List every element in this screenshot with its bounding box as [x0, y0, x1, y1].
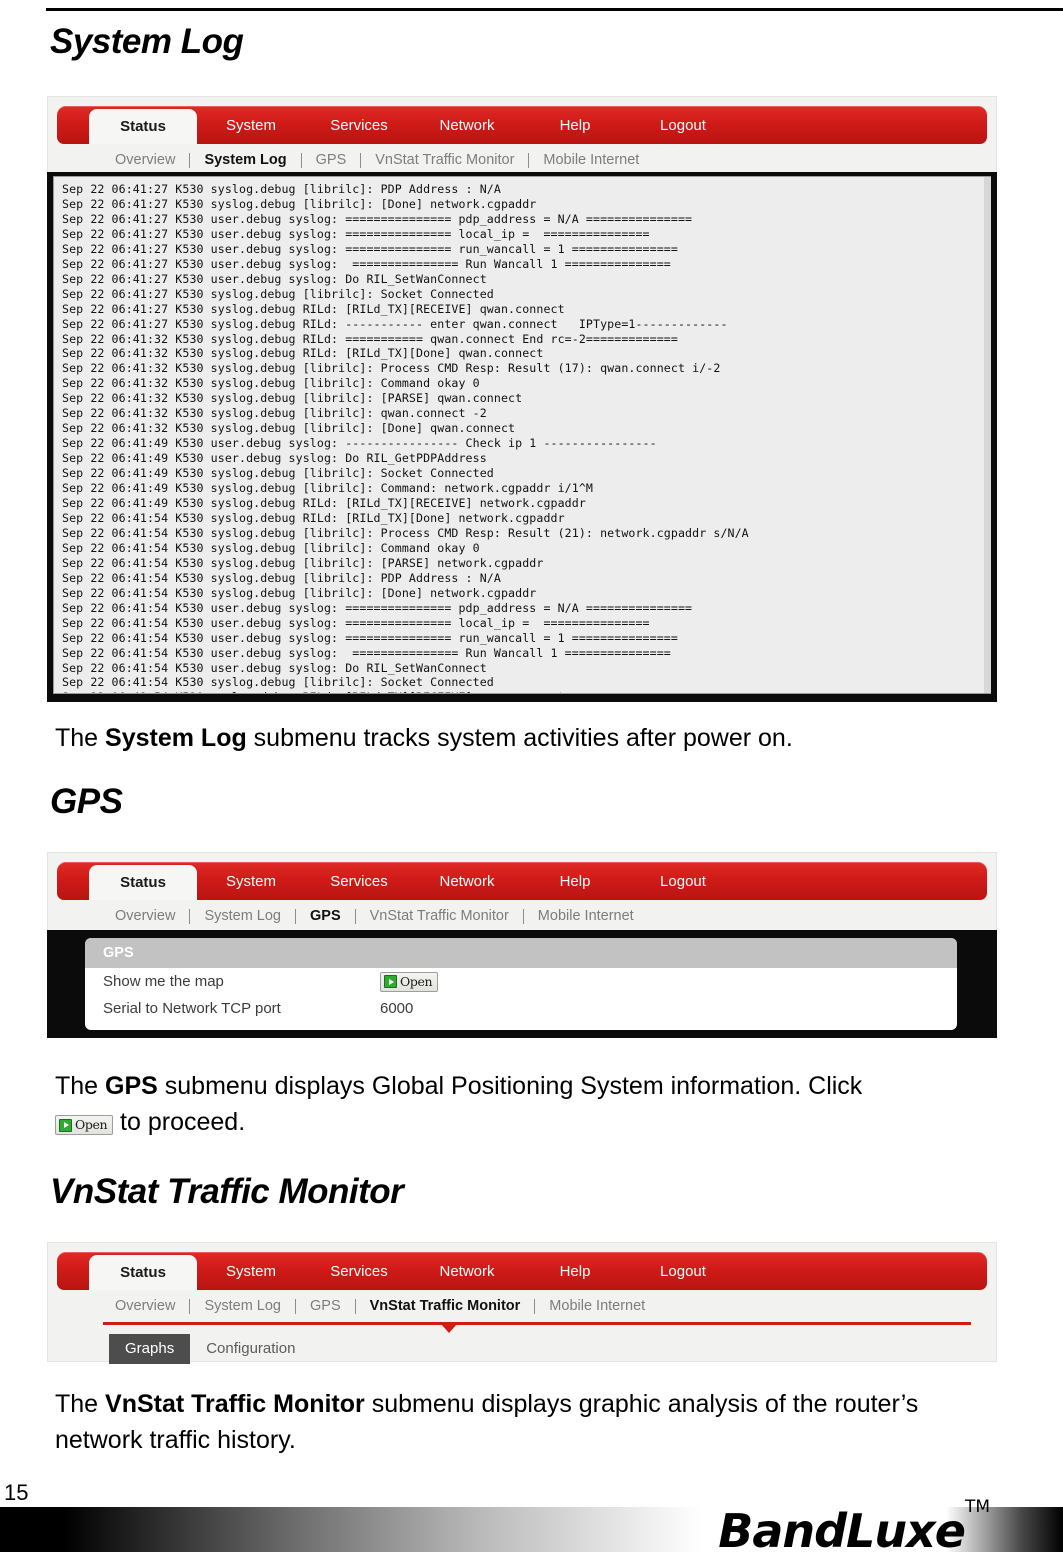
submenu-item-system-log[interactable]: System Log	[202, 908, 283, 924]
submenu-item-gps[interactable]: GPS	[308, 908, 343, 924]
submenu-separator	[528, 152, 530, 168]
nav-tab-help[interactable]: Help	[521, 862, 629, 900]
nav-tab-services[interactable]: Services	[305, 106, 413, 144]
main-navbar-gps: Status System Services Network Help Logo…	[57, 862, 987, 900]
submenu-item-mobile-internet[interactable]: Mobile Internet	[547, 1298, 647, 1314]
vnstat-red-underline	[103, 1322, 971, 1325]
submenu-item-gps[interactable]: GPS	[314, 152, 349, 168]
nav-tab-help[interactable]: Help	[521, 1252, 629, 1290]
nav-tab-system[interactable]: System	[197, 1252, 305, 1290]
submenu-separator	[300, 152, 302, 168]
gps-label-tcp-port: Serial to Network TCP port	[103, 1000, 281, 1017]
open-map-button[interactable]: Open	[380, 971, 439, 992]
submenu-item-system-log[interactable]: System Log	[202, 1298, 283, 1314]
submenu-item-vnstat-traffic-monitor[interactable]: VnStat Traffic Monitor	[368, 908, 511, 924]
router-screenshot-vnstat: Status System Services Network Help Logo…	[47, 1242, 997, 1364]
caption-vnstat: The VnStat Traffic Monitor submenu displ…	[55, 1386, 985, 1458]
caption-prefix: The	[55, 724, 106, 752]
submenu-item-mobile-internet[interactable]: Mobile Internet	[536, 908, 636, 924]
nav-tab-services[interactable]: Services	[305, 862, 413, 900]
submenu-item-overview[interactable]: Overview	[113, 152, 177, 168]
nav-tab-help[interactable]: Help	[521, 106, 629, 144]
submenu-bar-gps: Overview System Log GPS VnStat Traffic M…	[57, 900, 987, 932]
submenu-item-mobile-internet[interactable]: Mobile Internet	[541, 152, 641, 168]
router-screenshot-gps: Status System Services Network Help Logo…	[47, 852, 997, 932]
caption-prefix: The	[55, 1072, 106, 1100]
nav-tab-logout[interactable]: Logout	[629, 106, 737, 144]
submenu-separator	[189, 908, 191, 924]
caption-system-log: The System Log submenu tracks system act…	[55, 720, 1005, 756]
gps-row-show-map: Show me the map Open	[85, 968, 957, 995]
caption-bold-term: VnStat Traffic Monitor	[105, 1390, 365, 1418]
system-log-scrollbar[interactable]	[984, 177, 991, 693]
submenu-item-overview[interactable]: Overview	[113, 908, 177, 924]
submenu-separator	[522, 908, 524, 924]
caption-gps: The GPS submenu displays Global Position…	[55, 1068, 1015, 1140]
page-title-gps: GPS	[50, 782, 123, 821]
vnstat-active-indicator	[57, 1322, 987, 1333]
submenu-item-vnstat-traffic-monitor[interactable]: VnStat Traffic Monitor	[373, 152, 516, 168]
submenu-separator	[354, 908, 356, 924]
router-screenshot-system-log: Status System Services Network Help Logo…	[47, 96, 997, 176]
play-open-icon	[384, 975, 397, 988]
gps-row-tcp-port: Serial to Network TCP port 6000	[85, 995, 957, 1022]
play-open-icon	[59, 1118, 72, 1132]
nav-tab-system[interactable]: System	[197, 106, 305, 144]
nav-tab-status[interactable]: Status	[89, 109, 197, 144]
nav-tab-system[interactable]: System	[197, 862, 305, 900]
nav-tab-network[interactable]: Network	[413, 106, 521, 144]
caption-bold-term: GPS	[105, 1072, 158, 1100]
caption-suffix: submenu tracks system activities after p…	[246, 724, 793, 752]
tab-graphs[interactable]: Graphs	[109, 1334, 191, 1364]
submenu-separator	[189, 152, 191, 168]
caption-prefix: The	[55, 1390, 106, 1418]
caption-bold-term: System Log	[105, 724, 247, 752]
page-number: 15	[4, 1480, 29, 1505]
submenu-item-system-log[interactable]: System Log	[202, 152, 288, 168]
nav-tab-logout[interactable]: Logout	[629, 1252, 737, 1290]
submenu-separator	[360, 152, 362, 168]
system-log-textarea[interactable]: Sep 22 06:41:27 K530 syslog.debug [libri…	[53, 176, 991, 694]
submenu-separator	[354, 1298, 356, 1314]
open-button-inline-label: Open	[75, 1117, 108, 1133]
page-top-rule	[46, 8, 1063, 11]
open-button-inline-illustration: Open	[55, 1115, 114, 1136]
page-title-system-log: System Log	[50, 22, 244, 61]
submenu-separator	[189, 1298, 191, 1314]
nav-tab-status[interactable]: Status	[89, 865, 197, 900]
manual-page: System Log Status System Services Networ…	[0, 0, 1063, 1558]
nav-tab-services[interactable]: Services	[305, 1252, 413, 1290]
nav-tab-logout[interactable]: Logout	[629, 862, 737, 900]
main-navbar-vnstat: Status System Services Network Help Logo…	[57, 1252, 987, 1290]
system-log-content: Sep 22 06:41:27 K530 syslog.debug [libri…	[62, 182, 749, 693]
page-title-vnstat: VnStat Traffic Monitor	[50, 1172, 404, 1211]
system-log-console: Sep 22 06:41:27 K530 syslog.debug [libri…	[47, 172, 997, 702]
open-map-button-label: Open	[400, 974, 433, 989]
trademark-symbol: TM	[964, 1497, 990, 1517]
submenu-separator	[295, 1298, 297, 1314]
gps-label-show-map: Show me the map	[103, 973, 224, 990]
gps-card-title: GPS	[85, 938, 957, 968]
tab-configuration[interactable]: Configuration	[190, 1334, 311, 1364]
gps-card: GPS Show me the map Open Serial to Netwo…	[85, 938, 957, 1030]
vnstat-tabrow: Graphs Configuration	[57, 1330, 987, 1364]
caption-tail: to proceed.	[113, 1108, 246, 1136]
submenu-separator	[295, 908, 297, 924]
submenu-bar-vnstat: Overview System Log GPS VnStat Traffic M…	[57, 1290, 987, 1322]
bandluxe-logo: BandLuxe	[718, 1504, 966, 1558]
submenu-separator	[534, 1298, 536, 1314]
nav-tab-network[interactable]: Network	[413, 862, 521, 900]
caption-suffix: submenu displays Global Positioning Syst…	[157, 1072, 863, 1100]
submenu-item-vnstat-traffic-monitor[interactable]: VnStat Traffic Monitor	[368, 1298, 523, 1314]
main-navbar-system-log: Status System Services Network Help Logo…	[57, 106, 987, 144]
nav-tab-status[interactable]: Status	[89, 1255, 197, 1290]
nav-tab-network[interactable]: Network	[413, 1252, 521, 1290]
submenu-item-overview[interactable]: Overview	[113, 1298, 177, 1314]
gps-screenshot-stage: GPS Show me the map Open Serial to Netwo…	[47, 930, 997, 1038]
submenu-item-gps[interactable]: GPS	[308, 1298, 343, 1314]
gps-value-tcp-port: 6000	[380, 1000, 414, 1017]
